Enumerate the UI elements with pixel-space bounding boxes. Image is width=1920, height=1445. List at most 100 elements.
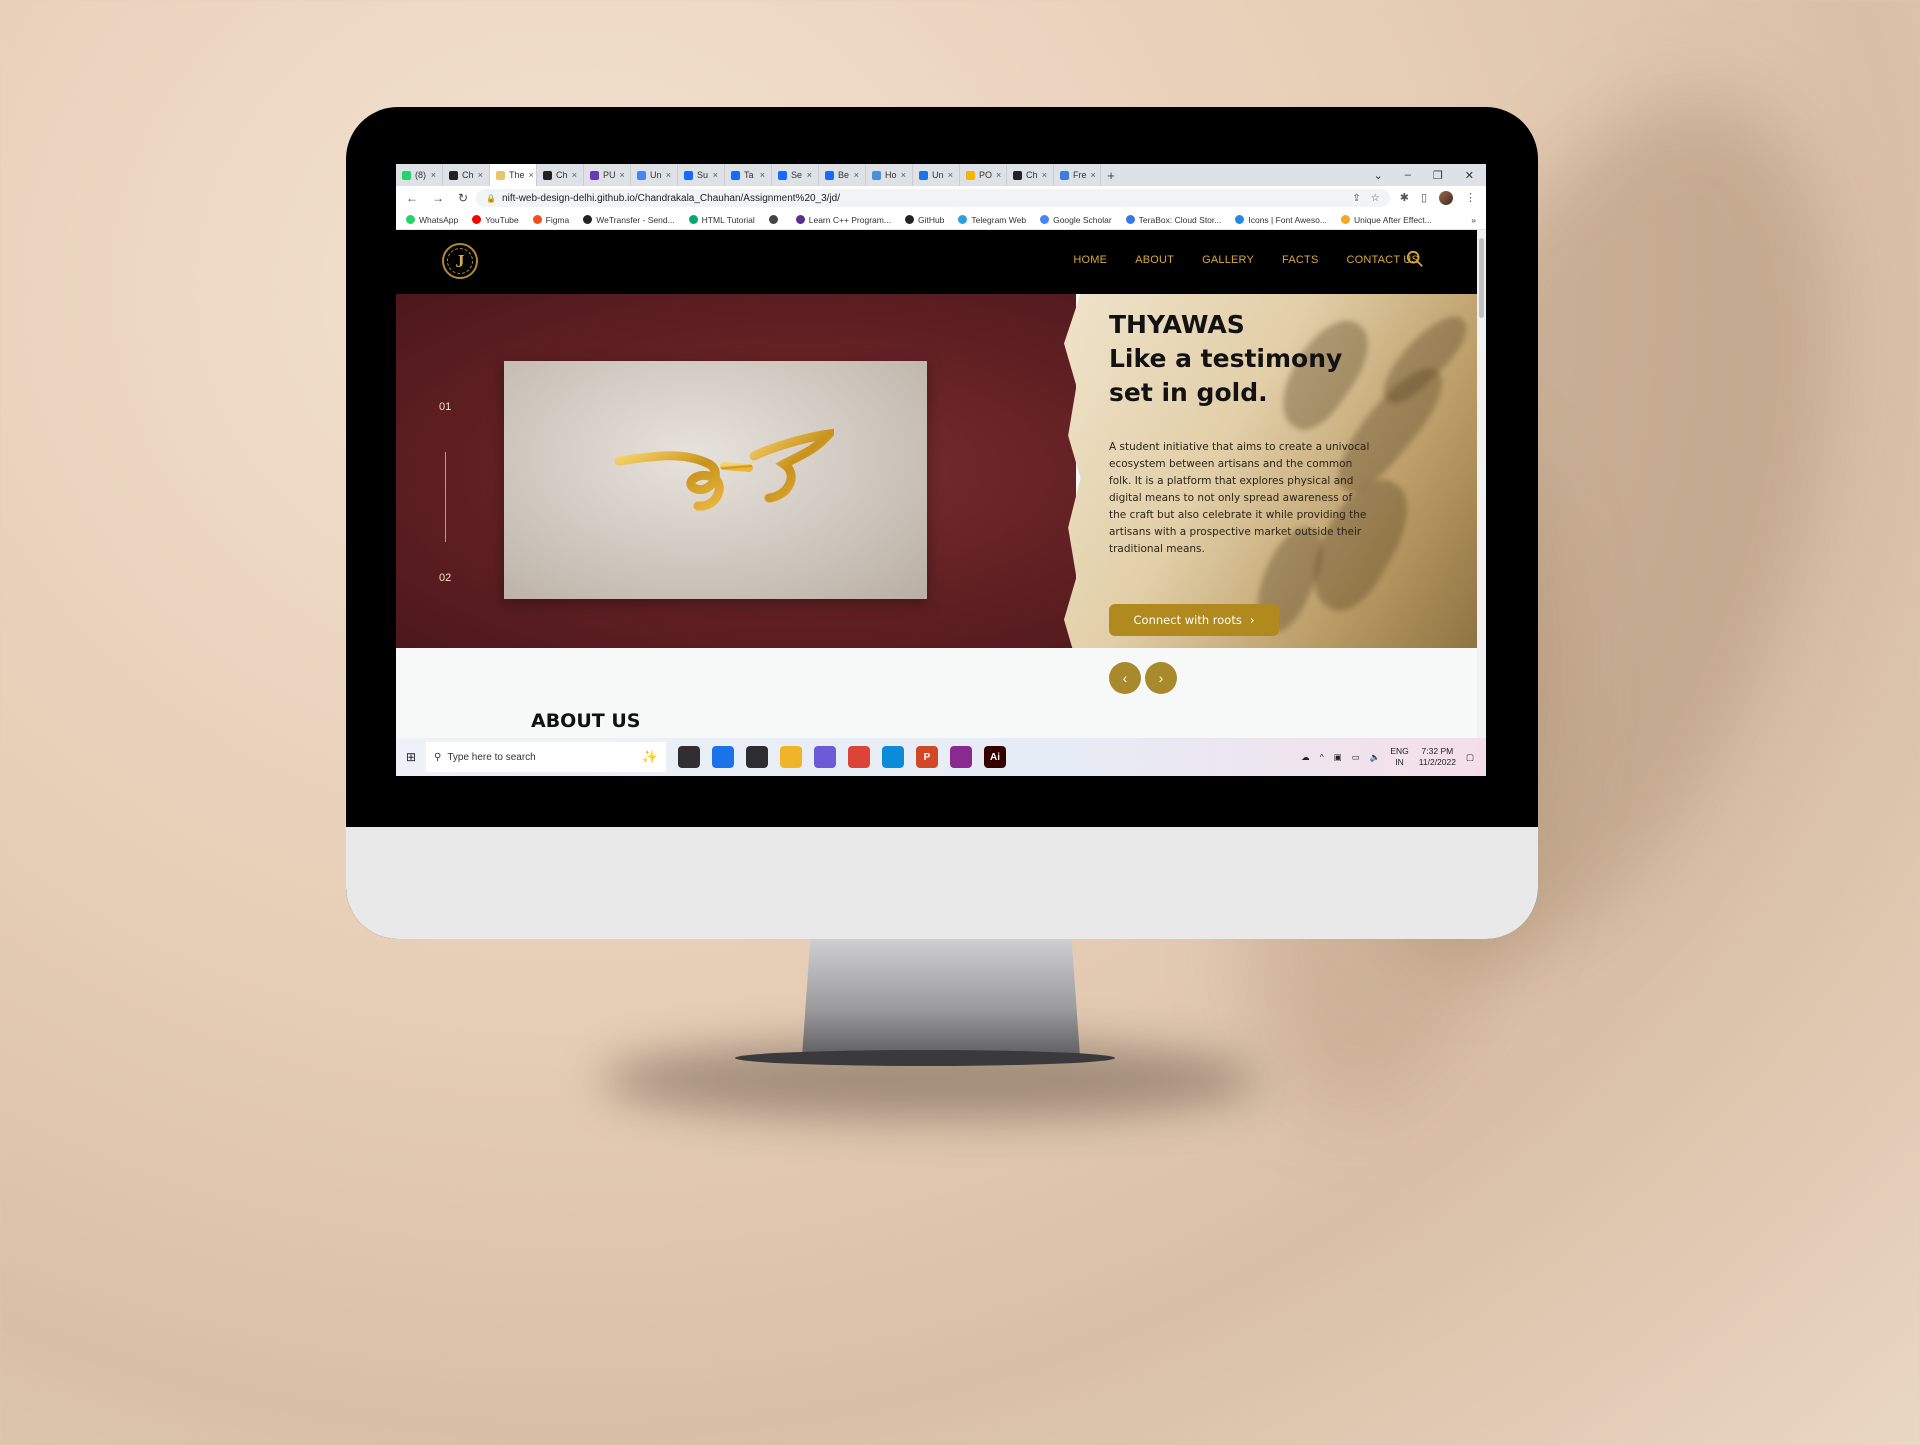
tab-close-icon[interactable]: × — [529, 170, 534, 180]
illustrator-app-icon[interactable]: Ai — [984, 746, 1006, 768]
tab-close-icon[interactable]: × — [948, 170, 953, 180]
tab-close-icon[interactable]: × — [854, 170, 859, 180]
bookmark-item[interactable]: TeraBox: Cloud Stor... — [1125, 214, 1222, 225]
nav-gallery[interactable]: GALLERY — [1202, 254, 1254, 266]
tab-close-icon[interactable]: × — [1091, 170, 1096, 180]
page-scrollbar[interactable] — [1477, 230, 1486, 738]
tab-close-icon[interactable]: × — [996, 170, 1001, 180]
tab-close-icon[interactable]: × — [901, 170, 906, 180]
canva-app-icon[interactable] — [814, 746, 836, 768]
browser-tab[interactable]: Ta × — [725, 164, 772, 186]
bookmark-item[interactable]: Google Scholar — [1040, 215, 1112, 225]
language-indicator[interactable]: ENG IN — [1390, 746, 1408, 768]
bookmark-item[interactable]: Unique After Effect... — [1340, 215, 1432, 225]
scrollbar-thumb[interactable] — [1479, 238, 1484, 318]
chrome-app-icon[interactable] — [712, 746, 734, 768]
browser-tab[interactable]: Ch × — [1007, 164, 1054, 186]
browser-tab[interactable]: Su × — [678, 164, 725, 186]
forward-icon[interactable]: → — [432, 191, 444, 205]
extensions-icon[interactable]: ✱ — [1400, 191, 1409, 205]
nav-about[interactable]: ABOUT — [1135, 254, 1174, 266]
browser-tab[interactable]: Ch × — [537, 164, 584, 186]
bookmark-label: TeraBox: Cloud Stor... — [1138, 214, 1222, 225]
powerpoint-app-icon[interactable]: P — [916, 746, 938, 768]
tab-close-icon[interactable]: × — [1042, 170, 1047, 180]
restore-icon[interactable]: ❐ — [1433, 169, 1443, 182]
bookmark-item[interactable]: YouTube — [472, 215, 519, 225]
chevron-up-icon[interactable]: ^ — [1320, 752, 1324, 762]
clock[interactable]: 7:32 PM 11/2/2022 — [1419, 746, 1456, 768]
back-icon[interactable]: ← — [406, 191, 418, 205]
taskbar-search[interactable]: ⚲ Type here to search ✨ — [426, 742, 666, 772]
tab-label: Se — [791, 170, 803, 180]
connect-with-roots-button[interactable]: Connect with roots › — [1109, 604, 1279, 636]
slide-index-02[interactable]: 02 — [439, 572, 451, 584]
nav-facts[interactable]: FACTS — [1282, 254, 1318, 266]
url-field[interactable]: 🔒 nift-web-design-delhi.github.io/Chandr… — [476, 189, 1390, 207]
browser-tab[interactable]: Un × — [913, 164, 960, 186]
browser-tab[interactable]: Fre × — [1054, 164, 1101, 186]
explorer-app-icon[interactable] — [780, 746, 802, 768]
browser-tab[interactable]: Ch × — [443, 164, 490, 186]
more-bookmarks-icon[interactable]: » — [1471, 215, 1486, 225]
nav-home[interactable]: HOME — [1073, 254, 1107, 266]
reload-icon[interactable]: ↻ — [458, 191, 468, 205]
search-icon: ⚲ — [434, 751, 442, 763]
bookmark-item[interactable]: Figma — [532, 215, 569, 225]
behance-icon — [825, 170, 834, 180]
windows-start-icon[interactable]: ⊞ — [396, 750, 426, 764]
tab-close-icon[interactable]: × — [713, 170, 718, 180]
star-icon[interactable]: ☆ — [1371, 193, 1380, 204]
site-navbar: J HOME ABOUT GALLERY FACTS CONTACT US — [396, 230, 1477, 294]
bookmark-item[interactable] — [768, 215, 782, 224]
tab-close-icon[interactable]: × — [431, 170, 436, 180]
notification-icon[interactable]: ▢ — [1466, 752, 1474, 763]
tab-close-icon[interactable]: × — [807, 170, 812, 180]
new-tab-button[interactable]: + — [1101, 168, 1121, 183]
menu-kebab-icon[interactable]: ⋮ — [1465, 191, 1476, 205]
profile-avatar[interactable] — [1439, 191, 1453, 205]
weather-icon[interactable]: ☁ — [1301, 752, 1310, 763]
minimize-icon[interactable]: – — [1405, 169, 1411, 182]
bookmark-item[interactable]: Icons | Font Aweso... — [1235, 215, 1327, 225]
tab-close-icon[interactable]: × — [666, 170, 671, 180]
battery-icon[interactable]: ▭ — [1352, 752, 1360, 763]
tab-close-icon[interactable]: × — [478, 170, 483, 180]
browser-tab[interactable]: Ho × — [866, 164, 913, 186]
network-icon[interactable]: ▣ — [1334, 752, 1342, 763]
bookmark-item[interactable]: Telegram Web — [958, 215, 1026, 225]
slide-index-01[interactable]: 01 — [439, 401, 451, 413]
share-icon[interactable]: ⇪ — [1352, 193, 1360, 204]
tab-close-icon[interactable]: × — [760, 170, 765, 180]
browser-tab[interactable]: Se × — [772, 164, 819, 186]
edge-app-icon[interactable] — [882, 746, 904, 768]
bookmark-item[interactable]: Learn C++ Program... — [795, 215, 891, 225]
bookmark-label: GitHub — [917, 214, 945, 225]
bookmark-item[interactable]: GitHub — [904, 214, 945, 225]
logo-letter: J — [455, 250, 465, 271]
close-window-icon[interactable]: ✕ — [1465, 169, 1474, 182]
prev-slide-button[interactable]: ‹ — [1109, 662, 1141, 694]
bookmark-item[interactable]: WeTransfer - Send... — [583, 215, 675, 225]
volume-icon[interactable]: 🔈 — [1370, 752, 1381, 763]
sidebar-icon[interactable]: ▯ — [1421, 191, 1427, 205]
search-icon[interactable] — [1406, 250, 1424, 268]
winrar-app-icon[interactable] — [950, 746, 972, 768]
tab-close-icon[interactable]: × — [620, 170, 625, 180]
chrome-profile-app-icon[interactable] — [848, 746, 870, 768]
site-logo[interactable]: J — [442, 243, 478, 279]
browser-tab[interactable]: (8) × — [396, 164, 443, 186]
drive-icon — [966, 170, 975, 180]
browser-tab[interactable]: PU × — [584, 164, 631, 186]
bookmark-item[interactable]: WhatsApp — [406, 215, 458, 225]
obs-app-icon[interactable] — [678, 746, 700, 768]
browser-tab[interactable]: Un × — [631, 164, 678, 186]
vscode-app-icon[interactable] — [746, 746, 768, 768]
tab-search-icon[interactable]: ⌄ — [1374, 169, 1383, 182]
tab-close-icon[interactable]: × — [572, 170, 577, 180]
browser-tab[interactable]: PO × — [960, 164, 1007, 186]
browser-tab[interactable]: The × — [490, 164, 537, 186]
browser-tab[interactable]: Be × — [819, 164, 866, 186]
bookmark-item[interactable]: HTML Tutorial — [688, 215, 755, 225]
next-slide-button[interactable]: › — [1145, 662, 1177, 694]
